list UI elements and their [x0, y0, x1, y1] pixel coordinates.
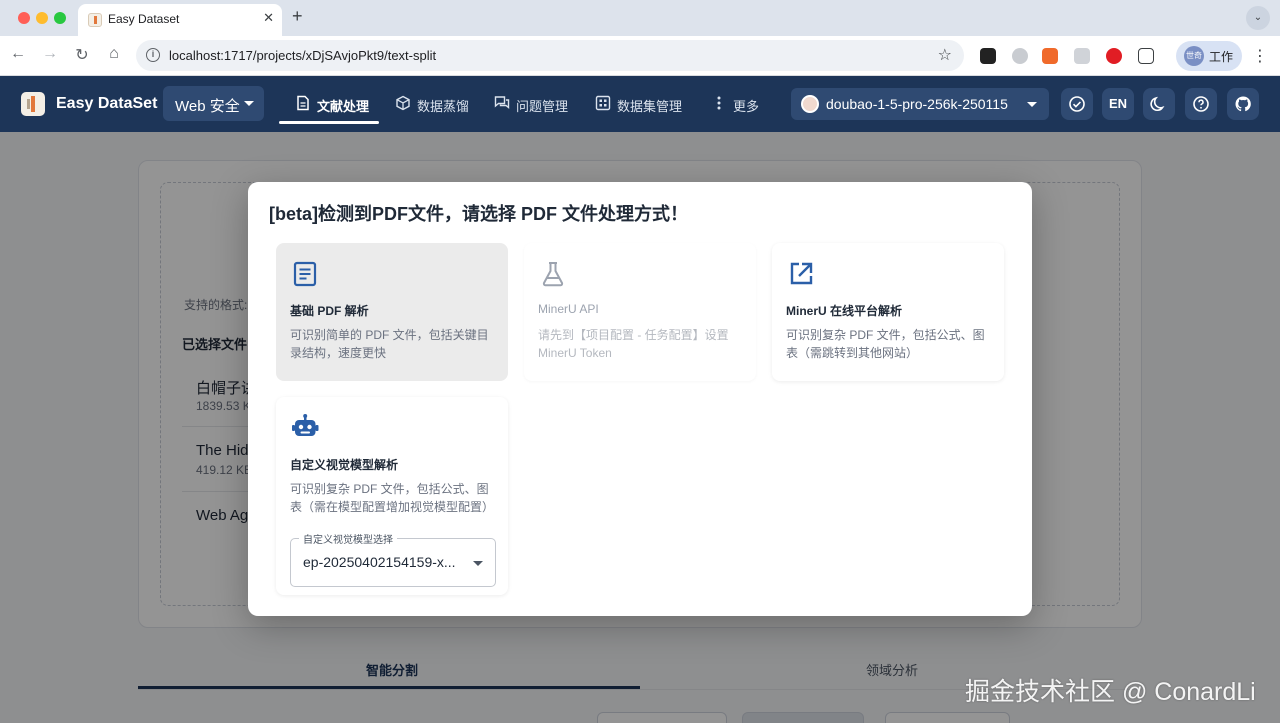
forward-icon[interactable]: → — [40, 45, 60, 63]
back-icon[interactable]: ← — [8, 45, 28, 63]
tab-close-icon[interactable]: ✕ — [263, 10, 274, 26]
tab-title: Easy Dataset — [108, 12, 180, 26]
browser-menu-icon[interactable]: ⋮ — [1252, 46, 1268, 66]
project-label: Web 安全 — [175, 98, 240, 115]
opera-extension-icon[interactable] — [1106, 48, 1122, 64]
extension-icon[interactable] — [980, 48, 996, 64]
url-text[interactable]: localhost:1717/projects/xDjSAvjoPkt9/tex… — [169, 48, 436, 63]
nav-label: 数据集管理 — [617, 99, 683, 114]
help-button[interactable] — [1185, 88, 1217, 120]
chevron-down-icon — [1027, 102, 1037, 107]
window-close-button[interactable] — [18, 12, 30, 24]
profile-avatar: 世奇 — [1184, 46, 1204, 66]
option-custom-vision[interactable]: 自定义视觉模型解析 可识别复杂 PDF 文件，包括公式、图表（需在模型配置增加视… — [276, 397, 508, 595]
nav-item-distill[interactable]: 数据蒸馏 — [395, 76, 469, 132]
moon-icon — [1150, 96, 1165, 112]
github-button[interactable] — [1227, 88, 1259, 120]
option-description: 可识别简单的 PDF 文件，包括关键目录结构，速度更快 — [290, 328, 489, 360]
chat-icon — [494, 96, 510, 109]
bookmark-star-icon[interactable]: ☆ — [938, 45, 952, 65]
option-description: 可识别复杂 PDF 文件，包括公式、图表（需跳转到其他网站） — [786, 328, 985, 360]
option-description: 可识别复杂 PDF 文件，包括公式、图表（需在模型配置增加视觉模型配置） — [290, 482, 495, 514]
option-title: MinerU 在线平台解析 — [786, 304, 903, 318]
option-title: 基础 PDF 解析 — [290, 304, 369, 318]
crx-extension-icon[interactable] — [1074, 48, 1090, 64]
reload-icon[interactable]: ↻ — [72, 45, 92, 65]
theme-toggle-button[interactable] — [1143, 88, 1175, 120]
github-icon — [1235, 96, 1251, 112]
model-avatar — [801, 95, 819, 113]
nav-label: 数据蒸馏 — [417, 99, 470, 114]
task-status-button[interactable] — [1061, 88, 1093, 120]
option-title: MinerU API — [538, 302, 599, 316]
help-circle-icon — [1193, 96, 1209, 112]
profile-label: 工作 — [1209, 50, 1234, 64]
option-mineru-api[interactable]: MinerU API 请先到【项目配置 - 任务配置】设置 MinerU Tok… — [524, 243, 756, 381]
window-minimize-button[interactable] — [36, 12, 48, 24]
cube-icon — [396, 95, 410, 111]
favicon-icon — [88, 13, 102, 27]
pdf-processing-dialog: [beta]检测到PDF文件，请选择 PDF 文件处理方式！ 基础 PDF 解析… — [248, 182, 1032, 616]
grid-icon — [595, 95, 611, 111]
nav-item-more[interactable]: 更多 — [711, 76, 763, 132]
nav-active-indicator — [279, 121, 379, 124]
nav-label: 文献处理 — [317, 99, 370, 114]
browser-toolbar: ← → ↻ ⌂ i localhost:1717/projects/xDjSAv… — [0, 36, 1280, 76]
dialog-title: [beta]检测到PDF文件，请选择 PDF 文件处理方式！ — [269, 204, 688, 224]
document-icon — [297, 95, 309, 111]
vision-model-label: 自定义视觉模型选择 — [299, 531, 397, 546]
external-link-icon — [790, 262, 813, 285]
extensions-puzzle-icon[interactable] — [1138, 48, 1154, 64]
option-title: 自定义视觉模型解析 — [290, 458, 399, 472]
app-logo-icon — [21, 92, 45, 116]
watermark: 掘金技术社区 @ ConardLi — [965, 678, 1256, 706]
language-toggle-button[interactable]: EN — [1102, 88, 1134, 120]
address-bar[interactable]: i localhost:1717/projects/xDjSAvjoPkt9/t… — [136, 40, 964, 71]
tab-search-icon[interactable]: ⌄ — [1246, 6, 1270, 30]
vision-model-value: ep-20250402154159-x... — [303, 554, 456, 570]
nav-item-datasets[interactable]: 数据集管理 — [595, 76, 683, 132]
nav-item-questions[interactable]: 问题管理 — [494, 76, 568, 132]
app-title: Easy DataSet — [56, 95, 158, 112]
extension-icon[interactable] — [1042, 48, 1058, 64]
robot-icon — [292, 414, 319, 436]
vision-model-select[interactable]: 自定义视觉模型选择 ep-20250402154159-x... — [290, 531, 496, 587]
new-tab-icon[interactable]: + — [292, 6, 303, 27]
check-circle-icon — [1069, 96, 1085, 112]
app-header: Easy DataSet Web 安全 文献处理 数据蒸馏 问题管理 数据集管理… — [0, 76, 1280, 132]
nav-label: 更多 — [733, 99, 760, 114]
option-description: 请先到【项目配置 - 任务配置】设置 MinerU Token — [538, 328, 729, 360]
flask-icon — [542, 262, 564, 287]
window-zoom-button[interactable] — [54, 12, 66, 24]
nav-label: 问题管理 — [516, 99, 569, 114]
chevron-down-icon — [244, 101, 254, 106]
site-info-icon[interactable]: i — [146, 48, 160, 62]
chevron-down-icon — [473, 561, 483, 566]
extension-icon[interactable] — [1012, 48, 1028, 64]
home-icon[interactable]: ⌂ — [104, 45, 124, 63]
option-basic-pdf[interactable]: 基础 PDF 解析 可识别简单的 PDF 文件，包括关键目录结构，速度更快 — [276, 243, 508, 381]
browser-tabbar: Easy Dataset ✕ + ⌄ — [0, 0, 1280, 36]
model-select[interactable]: doubao-1-5-pro-256k-250115 — [791, 88, 1049, 120]
model-label: doubao-1-5-pro-256k-250115 — [826, 96, 1008, 112]
browser-tab[interactable]: Easy Dataset ✕ — [78, 4, 282, 36]
option-mineru-online[interactable]: MinerU 在线平台解析 可识别复杂 PDF 文件，包括公式、图表（需跳转到其… — [772, 243, 1004, 381]
more-vertical-icon — [717, 96, 721, 110]
document-lines-icon — [293, 261, 317, 287]
project-select[interactable]: Web 安全 — [163, 86, 264, 121]
profile-chip[interactable]: 世奇 工作 — [1176, 41, 1242, 71]
